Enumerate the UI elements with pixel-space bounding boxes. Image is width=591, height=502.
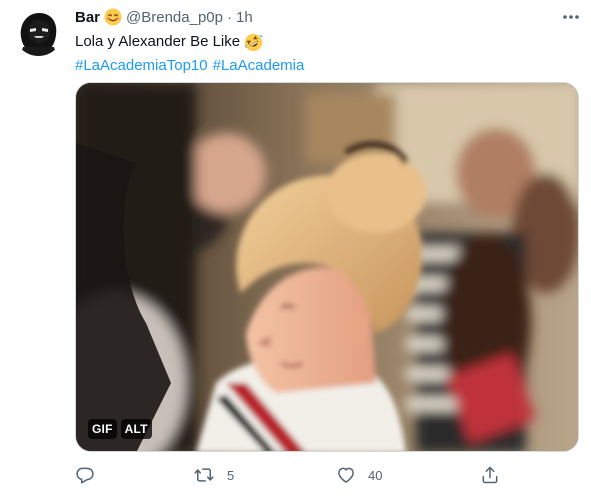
user-handle[interactable]: @Brenda_p0p xyxy=(126,9,223,26)
more-options-button[interactable] xyxy=(559,8,583,26)
reply-icon xyxy=(76,467,94,484)
hashtag-link[interactable]: #LaAcademia xyxy=(213,55,305,77)
smiling-face-emoji-icon xyxy=(104,8,122,26)
like-button[interactable]: 40 xyxy=(336,462,382,488)
gif-badge: GIF xyxy=(88,419,117,439)
more-dots-icon xyxy=(563,15,579,19)
avatar-image xyxy=(14,7,63,56)
reply-button[interactable] xyxy=(75,462,107,488)
hashtags: #LaAcademiaTop10 #LaAcademia xyxy=(75,54,579,78)
rolling-laughing-emoji-icon xyxy=(244,33,263,52)
retweet-button[interactable]: 5 xyxy=(193,462,234,488)
tweet[interactable]: Bar @Brenda_p0p · 1h Lola y Alexander Be… xyxy=(0,0,591,502)
display-name[interactable]: Bar xyxy=(75,9,100,26)
tweet-text-line: Lola y Alexander Be Like xyxy=(75,30,579,54)
timestamp[interactable]: 1h xyxy=(236,9,253,26)
gif-frame-image xyxy=(76,83,578,451)
tweet-header: Bar @Brenda_p0p · 1h xyxy=(75,6,579,28)
tweet-actions: 5 40 xyxy=(75,462,535,488)
avatar[interactable] xyxy=(14,7,63,56)
gif-media[interactable]: GIF ALT xyxy=(75,82,579,452)
retweet-icon xyxy=(194,468,214,482)
like-count: 40 xyxy=(368,467,383,483)
tweet-content: Bar @Brenda_p0p · 1h Lola y Alexander Be… xyxy=(75,6,579,78)
share-icon xyxy=(482,466,498,484)
hashtag-link[interactable]: #LaAcademiaTop10 xyxy=(75,55,208,77)
share-button[interactable] xyxy=(480,462,512,488)
retweet-count: 5 xyxy=(227,467,235,483)
heart-icon xyxy=(338,467,354,483)
media-badges: GIF ALT xyxy=(88,419,152,439)
separator-dot: · xyxy=(226,8,232,26)
tweet-body: Lola y Alexander Be Like xyxy=(75,33,241,50)
alt-text-badge[interactable]: ALT xyxy=(120,419,152,439)
tweet-text: Lola y Alexander Be Like #LaAcademiaTop1… xyxy=(75,30,579,78)
